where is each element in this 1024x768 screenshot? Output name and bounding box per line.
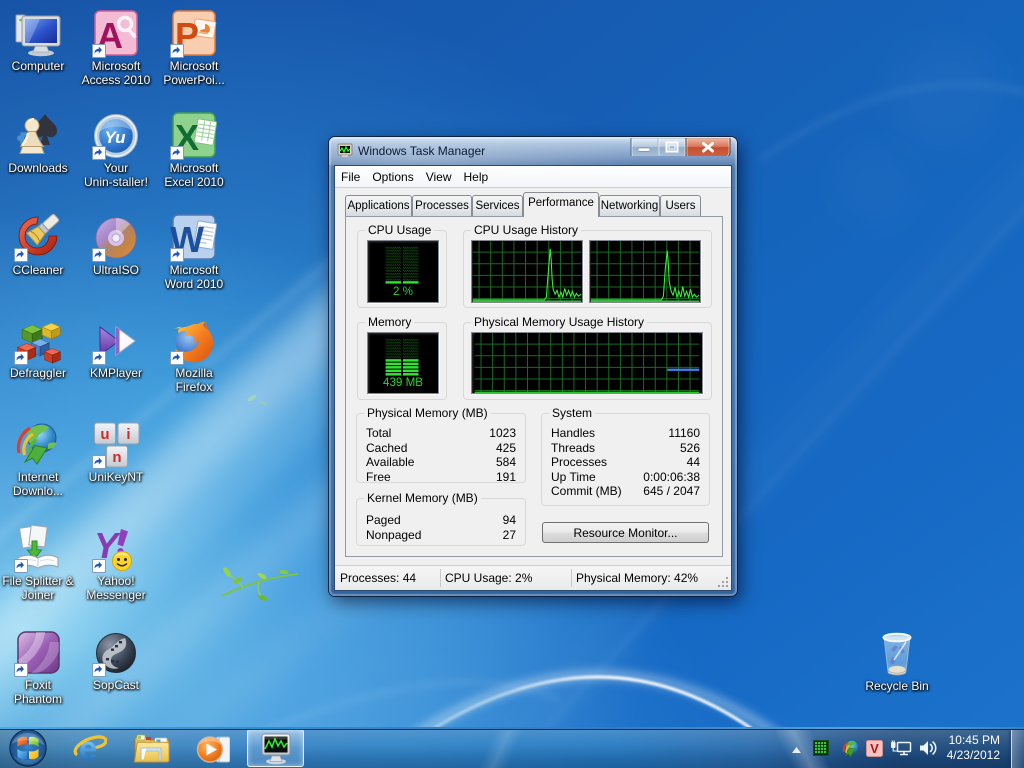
svg-text:2 %: 2 % bbox=[393, 285, 413, 298]
svg-text:u: u bbox=[100, 426, 109, 443]
svg-text:439 MB: 439 MB bbox=[383, 376, 423, 389]
svg-text:Yu: Yu bbox=[104, 128, 126, 147]
svg-text:i: i bbox=[126, 426, 130, 443]
svg-text:V: V bbox=[870, 741, 879, 756]
svg-text:n: n bbox=[112, 449, 121, 466]
